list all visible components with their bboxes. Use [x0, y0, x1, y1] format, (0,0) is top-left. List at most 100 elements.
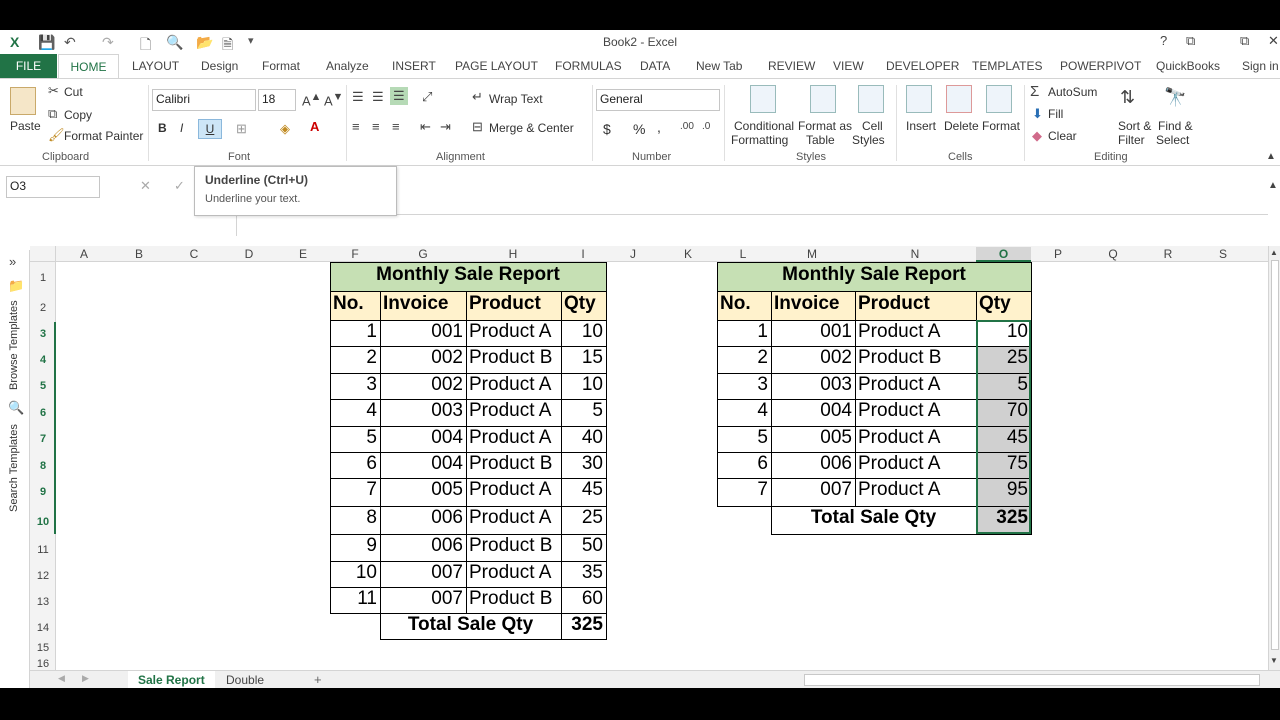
column-header[interactable]: R	[1141, 247, 1195, 261]
find-select-button[interactable]: Find &	[1158, 119, 1193, 133]
align-top-icon[interactable]: ☰	[352, 89, 364, 105]
tab-insert[interactable]: INSERT	[392, 59, 436, 73]
scroll-thumb[interactable]	[1271, 260, 1279, 650]
bold-button[interactable]: B	[158, 121, 167, 135]
close-button[interactable]: ✕	[1268, 33, 1279, 49]
formula-input[interactable]	[236, 214, 1268, 236]
table1-cell[interactable]: 50	[561, 534, 606, 561]
tab-review[interactable]: REVIEW	[768, 59, 815, 73]
row-header-selected[interactable]: 10	[30, 516, 56, 528]
table1-cell[interactable]: 11	[330, 587, 380, 613]
column-header[interactable]: I	[560, 247, 606, 261]
decrease-indent-icon[interactable]: ⇤	[420, 119, 431, 135]
column-header[interactable]: P	[1031, 247, 1085, 261]
column-header-selected[interactable]: O	[976, 247, 1031, 262]
row-header-selected[interactable]: 7	[30, 433, 56, 445]
paste-icon[interactable]	[10, 87, 36, 115]
cell-styles-button[interactable]: Cell	[862, 119, 883, 133]
wrap-text-button[interactable]: Wrap Text	[489, 92, 543, 106]
font-color-icon[interactable]: A	[310, 119, 319, 134]
column-header[interactable]: K	[660, 247, 716, 261]
table2-cell[interactable]: 3	[717, 373, 771, 399]
expand-formula-bar-icon[interactable]: ▲	[1268, 180, 1278, 191]
table1-cell[interactable]: 40	[561, 426, 606, 452]
column-header[interactable]: J	[606, 247, 660, 261]
search-templates-label[interactable]: Search Templates	[8, 424, 20, 512]
table1-cell[interactable]: 60	[561, 587, 606, 613]
percent-button[interactable]: %	[633, 121, 645, 137]
tab-layout[interactable]: LAYOUT	[132, 59, 179, 73]
table1-cell[interactable]: Product B	[466, 534, 561, 561]
sort-filter-button[interactable]: Sort &	[1118, 119, 1151, 133]
align-bottom-icon[interactable]: ☰	[390, 87, 408, 105]
table1-cell[interactable]: 5	[330, 426, 380, 452]
table1-cell[interactable]: 10	[330, 561, 380, 587]
tab-formulas[interactable]: FORMULAS	[555, 59, 622, 73]
table1-cell[interactable]: 005	[380, 478, 466, 506]
table1-cell[interactable]: 10	[561, 373, 606, 399]
fill-color-icon[interactable]: ◈	[280, 121, 290, 137]
align-right-icon[interactable]: ≡	[392, 119, 400, 134]
row-header-selected[interactable]: 6	[30, 407, 56, 419]
number-format-select[interactable]: General	[596, 89, 720, 111]
table1-cell[interactable]: 004	[380, 452, 466, 478]
sign-in-link[interactable]: Sign in	[1242, 59, 1279, 73]
autosum-button[interactable]: AutoSum	[1048, 85, 1097, 99]
table1-cell[interactable]: 004	[380, 426, 466, 452]
table1-cell[interactable]: 007	[380, 561, 466, 587]
table1-cell[interactable]: Product A	[466, 506, 561, 534]
table1-cell[interactable]: Product A	[466, 320, 561, 346]
column-header[interactable]: N	[854, 247, 976, 261]
table1-cell[interactable]: 10	[561, 320, 606, 346]
table1-cell[interactable]: Product B	[466, 346, 561, 373]
table1-cell[interactable]: 1	[330, 320, 380, 346]
row-header[interactable]: 15	[30, 642, 56, 654]
scroll-up-icon[interactable]: ▲	[1270, 248, 1278, 257]
tab-file[interactable]: FILE	[0, 54, 57, 78]
table1-cell[interactable]: 002	[380, 373, 466, 399]
tab-powerpivot[interactable]: POWERPIVOT	[1060, 59, 1141, 73]
comma-button[interactable]: ,	[657, 119, 661, 135]
table1-cell[interactable]: Product A	[466, 373, 561, 399]
column-header[interactable]: E	[276, 247, 330, 261]
format-as-table-button[interactable]: Format as	[798, 119, 852, 133]
grow-font-icon[interactable]: A▲	[302, 91, 321, 108]
cell-styles-button-line2[interactable]: Styles	[852, 133, 885, 147]
increase-indent-icon[interactable]: ⇥	[440, 119, 451, 135]
next-sheet-icon[interactable]: ▶	[82, 673, 89, 684]
tab-quickbooks[interactable]: QuickBooks	[1156, 59, 1220, 73]
table1-cell[interactable]: Product B	[466, 452, 561, 478]
currency-button[interactable]: $	[603, 121, 611, 137]
table1-cell[interactable]: 25	[561, 506, 606, 534]
table1-cell[interactable]: 006	[380, 534, 466, 561]
column-header[interactable]: C	[166, 247, 222, 261]
table1-cell[interactable]: Product B	[466, 587, 561, 613]
table1-cell[interactable]: 2	[330, 346, 380, 373]
delete-cells-button[interactable]: Delete	[944, 119, 979, 133]
table2-cell[interactable]: Product A	[855, 320, 976, 346]
table1-cell[interactable]: 006	[380, 506, 466, 534]
add-sheet-button[interactable]: +	[314, 672, 322, 687]
table2-cell[interactable]: Product B	[855, 346, 976, 373]
collapse-ribbon-icon[interactable]: ▲	[1266, 151, 1276, 162]
table2-cell[interactable]: 2	[717, 346, 771, 373]
tab-view[interactable]: VIEW	[833, 59, 864, 73]
table1-cell[interactable]: 9	[330, 534, 380, 561]
row-header[interactable]: 12	[30, 570, 56, 582]
table1-cell[interactable]: 45	[561, 478, 606, 506]
table2-cell[interactable]: Product A	[855, 426, 976, 452]
table2-cell[interactable]: 006	[771, 452, 855, 478]
enter-entry-icon[interactable]: ✓	[174, 178, 185, 194]
table2-cell[interactable]: Product A	[855, 373, 976, 399]
underline-button[interactable]: U	[198, 119, 222, 139]
decrease-decimal-icon[interactable]: .0	[702, 121, 710, 132]
table2-cell[interactable]: 7	[717, 478, 771, 506]
row-header-selected[interactable]: 8	[30, 460, 56, 472]
table1-cell[interactable]: Product A	[466, 399, 561, 426]
table1-cell[interactable]: 6	[330, 452, 380, 478]
increase-decimal-icon[interactable]: .00	[680, 121, 694, 132]
table2-cell[interactable]: 002	[771, 346, 855, 373]
font-size-select[interactable]: 18	[258, 89, 296, 111]
shrink-font-icon[interactable]: A▼	[324, 91, 343, 108]
row-header-selected[interactable]: 3	[30, 328, 56, 340]
